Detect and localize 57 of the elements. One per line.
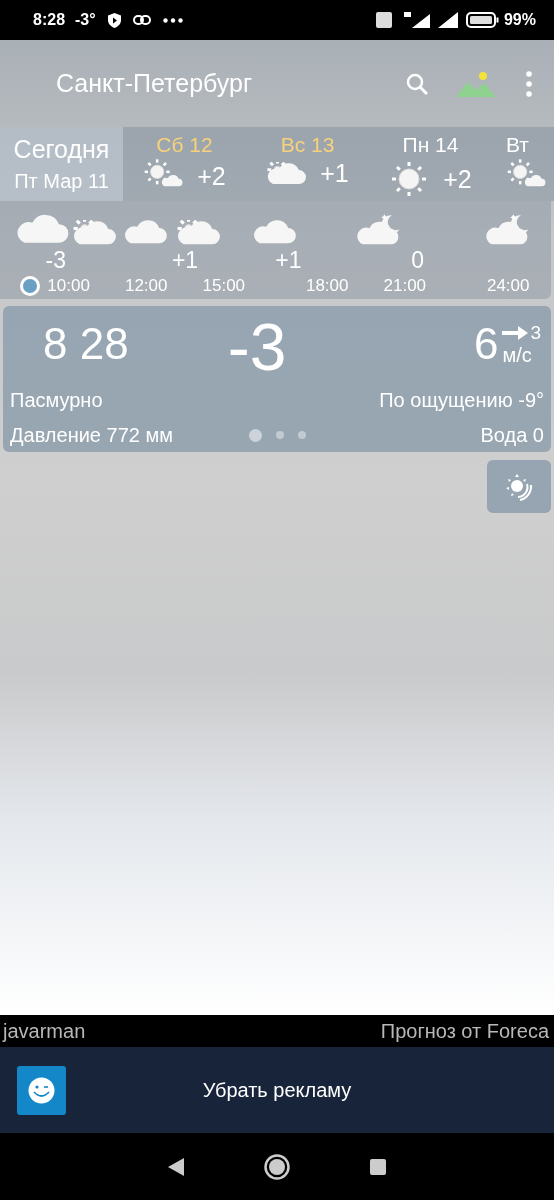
shield-icon	[107, 12, 121, 28]
hour-time: 15:00	[201, 276, 247, 296]
cloud-moon-icon	[355, 211, 402, 246]
menu-icon[interactable]	[526, 70, 532, 97]
wind-unit: м/с	[502, 343, 532, 367]
battery-level: 99%	[503, 11, 536, 29]
signal-icon	[437, 12, 458, 28]
volte-icon	[375, 12, 392, 28]
cloud-sun-icon	[72, 219, 117, 246]
page-dot[interactable]	[297, 431, 306, 439]
water-text: Вода 0	[480, 423, 544, 447]
hour-time: 10:00	[46, 276, 91, 296]
hour-temperature: -3	[44, 247, 67, 274]
day-tab[interactable]: Вт	[492, 127, 554, 201]
feels-like-text: По ощущению -9°	[379, 388, 544, 412]
current-time-marker	[18, 275, 41, 297]
hour-temperature: 0	[410, 247, 426, 274]
hour-time: 18:00	[304, 276, 350, 296]
search-icon[interactable]	[406, 72, 428, 95]
current-time: 8 28	[42, 319, 130, 369]
day-tab[interactable]: Пн 14 +2	[369, 127, 492, 201]
back-icon[interactable]	[168, 1157, 184, 1176]
cloud-sun-icon	[175, 219, 220, 246]
forecast-credit[interactable]: Прогноз от Foreca	[380, 1019, 549, 1043]
battery-icon	[465, 12, 499, 28]
landscape-icon[interactable]	[456, 70, 496, 97]
photo-credit: javarman	[3, 1019, 86, 1043]
cloud-icon	[123, 218, 170, 246]
pressure-text: Давление 772 мм	[10, 423, 174, 447]
cloud-icon	[252, 218, 299, 246]
temperature-indicator: -3°	[75, 11, 96, 29]
clock: 8:28	[33, 11, 66, 29]
page-dot[interactable]	[248, 428, 262, 442]
hour-temperature: +1	[274, 247, 303, 274]
day-tab[interactable]: Сб 12 +2	[123, 127, 246, 201]
wind-direction-icon	[502, 325, 529, 340]
hour-time: 12:00	[123, 276, 169, 296]
wind-speed: 6	[473, 319, 499, 369]
signal-icon	[403, 12, 430, 28]
day-tab[interactable]: Вс 13 +1	[246, 127, 369, 201]
hour-temperature: +1	[170, 247, 200, 274]
home-icon[interactable]	[264, 1153, 290, 1180]
link-icon	[132, 15, 151, 25]
cloud-sun-icon	[266, 161, 307, 186]
hour-time: 24:00	[485, 276, 531, 296]
page-dot[interactable]	[275, 431, 284, 439]
weather-effects-button[interactable]	[487, 460, 551, 513]
more-icon	[162, 17, 183, 23]
recents-icon[interactable]	[370, 1158, 386, 1175]
wind-gust: 3	[530, 321, 541, 344]
sun-waves-icon	[505, 472, 533, 501]
current-temperature: -3	[227, 309, 287, 385]
app-logo-icon	[17, 1065, 66, 1115]
condition-text: Пасмурно	[10, 388, 104, 412]
day-tab[interactable]: Сегодня Пт Мар 11	[0, 127, 123, 201]
hour-time: 21:00	[382, 276, 428, 296]
city-title: Санкт-Петербург	[56, 69, 254, 98]
